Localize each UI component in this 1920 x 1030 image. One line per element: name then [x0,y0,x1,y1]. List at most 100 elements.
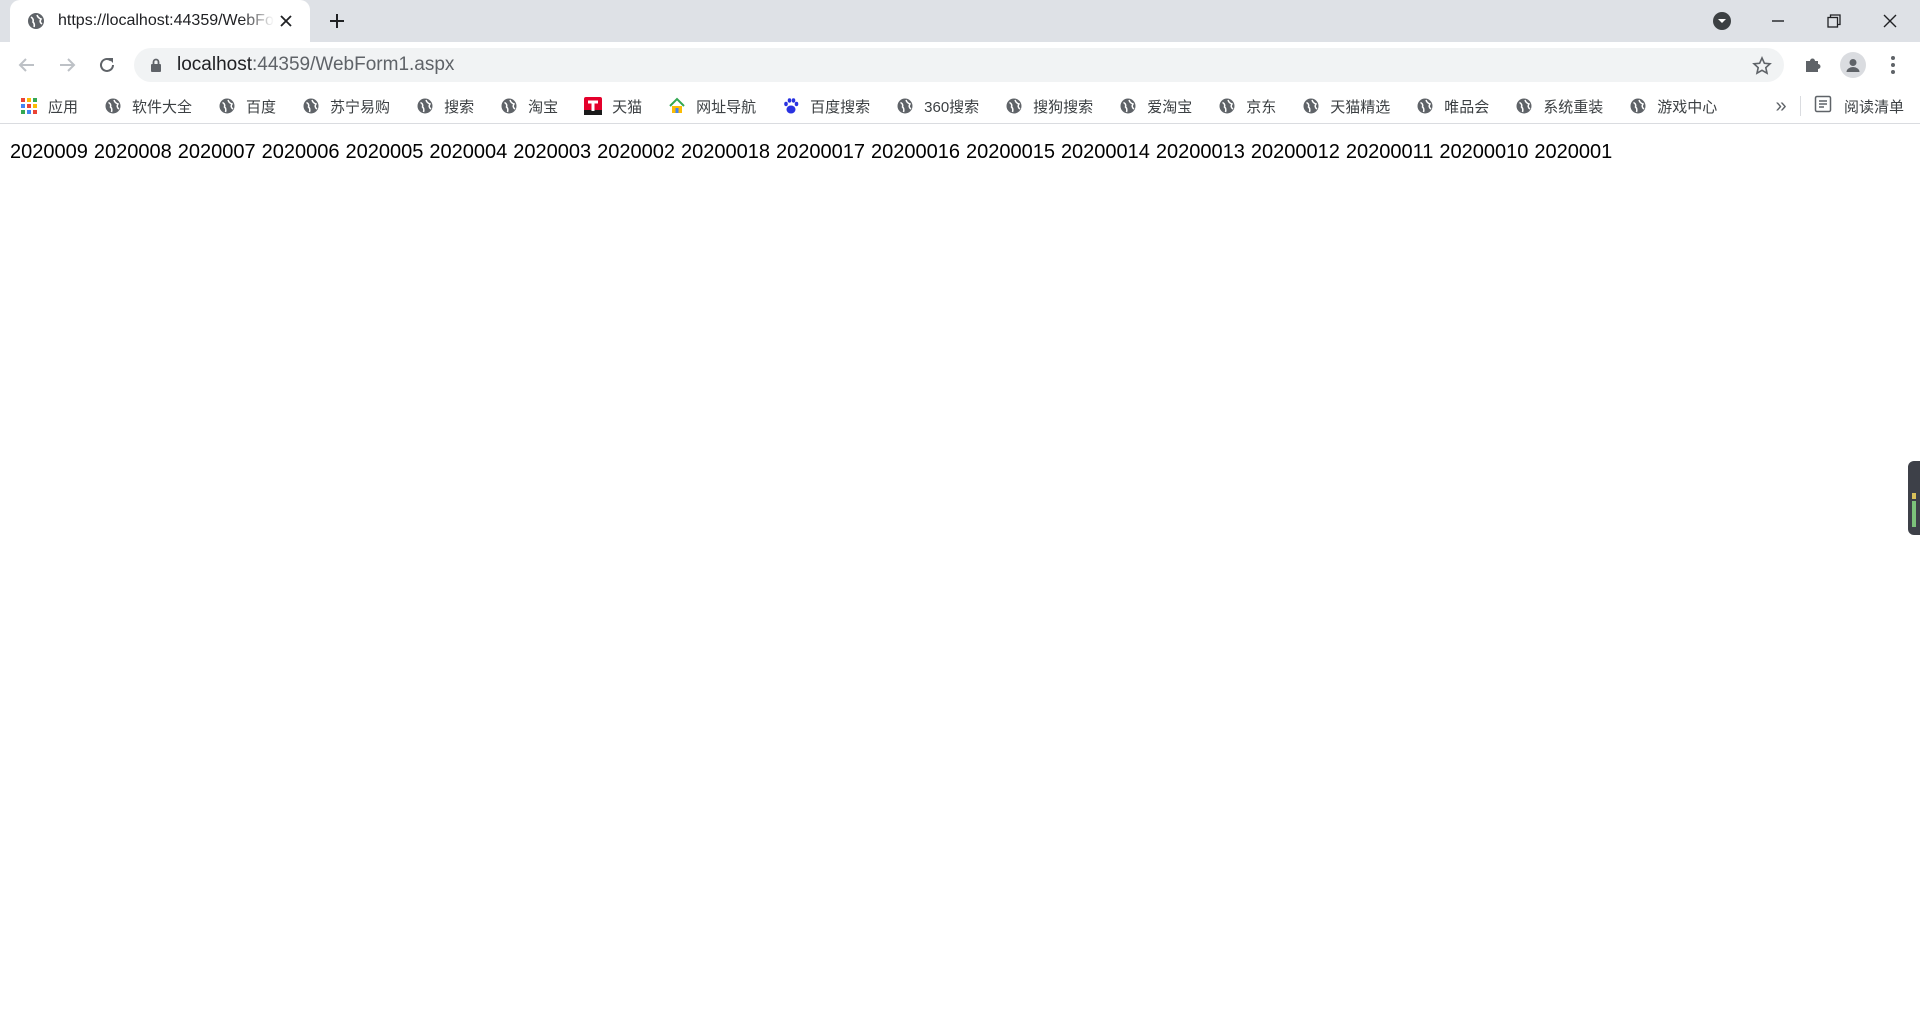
back-button[interactable] [11,49,43,81]
globe-icon [302,97,320,115]
bookmark-label: 天猫 [612,98,643,116]
code-value: 20200014 [1060,141,1150,163]
person-icon [1840,52,1866,78]
bookmark-label: 京东 [1246,98,1277,116]
bookmark-item[interactable]: 系统重装 [1509,92,1609,120]
bookmark-label: 搜索 [444,98,475,116]
reading-list-icon [1814,95,1832,118]
globe-icon [416,97,434,115]
bookmark-item[interactable]: 天猫精选 [1296,92,1396,120]
bookmark-label: 应用 [48,98,79,116]
bookmark-label: 百度 [246,98,277,116]
tab-strip: https://localhost:44359/WebForm1.aspx [0,0,1920,42]
baidu-paw-icon [782,97,800,115]
bookmark-item[interactable]: 软件大全 [98,92,198,120]
code-value: 2020003 [513,141,592,163]
code-value: 2020007 [177,141,256,163]
bookmark-item[interactable]: 唯品会 [1410,92,1495,120]
bookmark-label: 360搜索 [924,98,980,116]
url-text[interactable]: localhost:44359/WebForm1.aspx [177,54,454,76]
globe-icon [1629,97,1647,115]
code-value: 2020002 [597,141,675,163]
bookmark-item[interactable]: 淘宝 [494,92,564,120]
forward-button[interactable] [51,49,83,81]
bookmark-label: 软件大全 [132,98,193,116]
globe-icon [26,11,46,31]
bookmark-label: 唯品会 [1444,98,1490,116]
code-value: 20200017 [775,141,865,163]
apps-grid-icon [20,97,38,115]
bookmark-item[interactable]: 应用 [14,92,84,120]
code-value: 2020009 [10,141,88,163]
browser-tab[interactable]: https://localhost:44359/WebForm1.aspx [10,0,310,42]
new-tab-button[interactable] [322,8,352,34]
globe-icon [896,97,914,115]
nav-house-icon [668,97,686,115]
bookmark-label: 系统重装 [1543,98,1604,116]
bookmark-label: 网址导航 [696,98,757,116]
code-value: 2020001 [1534,141,1613,163]
bookmark-item[interactable]: 苏宁易购 [296,92,396,120]
reading-list-label: 阅读清单 [1844,98,1905,116]
close-tab-icon[interactable] [274,9,298,33]
restore-button[interactable] [1806,0,1862,42]
bookmarks-overflow-button[interactable]: » [1768,92,1794,120]
side-floating-widget[interactable] [1908,461,1920,535]
code-value: 20200016 [870,141,960,163]
url-host: localhost [177,54,252,75]
code-value: 20200011 [1345,141,1434,163]
code-value: 20200010 [1439,141,1529,163]
globe-icon [1005,97,1023,115]
tab-title: https://localhost:44359/WebForm1.aspx [58,12,274,29]
tab-search-button[interactable] [1694,0,1750,42]
bookmark-item[interactable]: 京东 [1212,92,1282,120]
code-value: 2020004 [429,141,508,163]
minimize-button[interactable] [1750,0,1806,42]
profile-avatar[interactable] [1837,49,1869,81]
code-value: 20200015 [965,141,1055,163]
bookmark-item[interactable]: 网址导航 [662,92,762,120]
bookmark-label: 苏宁易购 [330,98,391,116]
code-value: 2020006 [261,141,340,163]
close-window-button[interactable] [1862,0,1918,42]
lock-icon[interactable] [150,58,162,77]
bookmark-star-icon[interactable] [1750,54,1774,78]
code-value: 20200018 [681,141,770,163]
bookmark-item[interactable]: 百度 [212,92,282,120]
bookmark-item[interactable]: 搜索 [410,92,480,120]
code-value: 20200012 [1250,141,1340,163]
bookmark-label: 百度搜索 [810,98,871,116]
bookmark-label: 搜狗搜索 [1033,98,1094,116]
bookmark-item[interactable]: 搜狗搜索 [999,92,1099,120]
extensions-puzzle-icon[interactable] [1797,49,1829,81]
bookmark-item[interactable]: 天猫 [578,92,648,120]
menu-kebab-icon[interactable] [1877,49,1909,81]
bookmark-label: 淘宝 [528,98,559,116]
code-value: 20200013 [1155,141,1245,163]
bookmark-item[interactable]: 爱淘宝 [1113,92,1198,120]
globe-icon [1416,97,1434,115]
bookmarks-divider [1800,96,1801,116]
address-bar[interactable]: localhost:44359/WebForm1.aspx [134,48,1784,82]
bookmark-label: 游戏中心 [1657,98,1718,116]
globe-icon [1302,97,1320,115]
globe-icon [218,97,236,115]
bookmark-item[interactable]: 百度搜索 [776,92,876,120]
globe-icon [1218,97,1236,115]
browser-toolbar: localhost:44359/WebForm1.aspx [0,42,1920,88]
globe-icon [104,97,122,115]
bookmark-label: 天猫精选 [1330,98,1391,116]
page-content: 2020009 2020008 2020007 2020006 2020005 20200… [0,124,1920,1030]
code-value: 2020008 [93,141,172,163]
url-path: :44359/WebForm1.aspx [252,54,455,75]
bookmark-item[interactable]: 360搜索 [890,92,985,120]
bookmark-item[interactable]: 游戏中心 [1623,92,1723,120]
tmall-icon [584,97,603,115]
bookmarks-list: 应用 软件大全 百度 苏宁易购 搜索 淘宝 天猫 网址导航 百度搜索 360搜索 搜狗搜索 爱淘宝 京东… [14,88,1737,124]
reload-button[interactable] [91,49,123,81]
code-value: 2020005 [345,141,424,163]
globe-icon [1119,97,1137,115]
globe-icon [1515,97,1533,115]
reading-list-button[interactable]: 阅读清单 [1810,92,1908,120]
globe-icon [500,97,518,115]
